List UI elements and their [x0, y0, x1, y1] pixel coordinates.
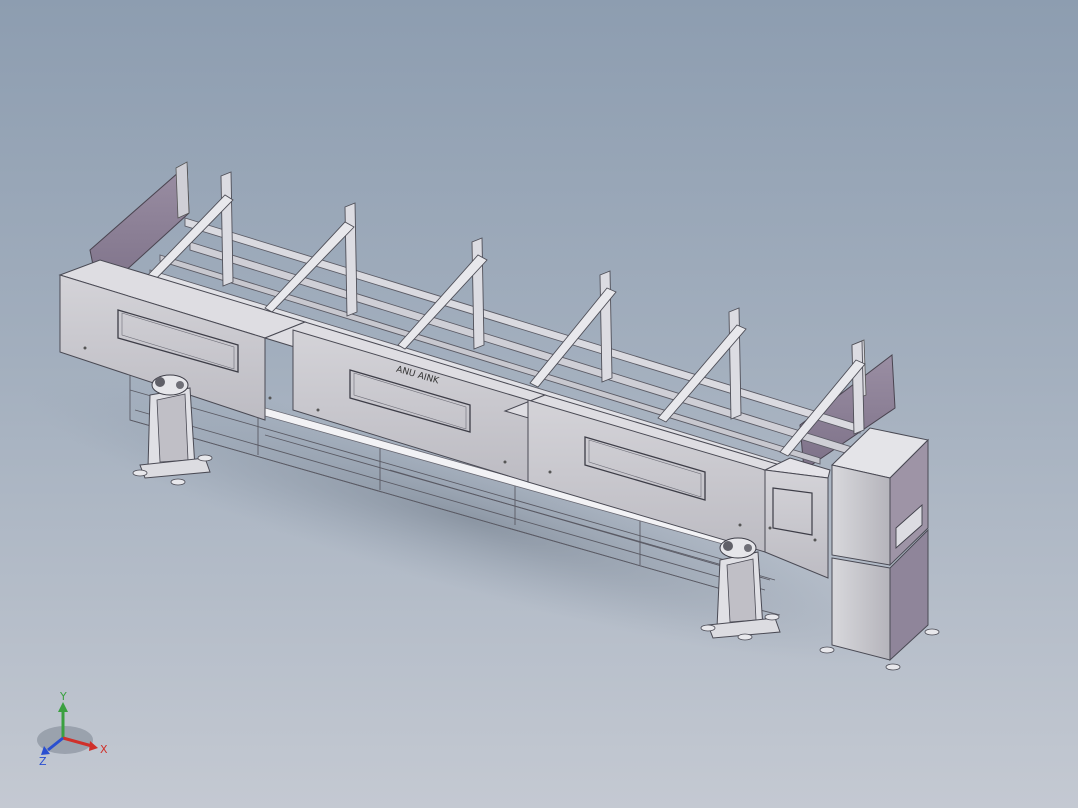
triad-x-label: X	[100, 743, 108, 756]
triad-x-arrow-icon	[89, 741, 98, 751]
electrical-cabinet	[830, 427, 930, 662]
view-orientation-triad: Y X Z	[37, 690, 108, 768]
triad-z-label: Z	[39, 755, 47, 768]
triad-y-label: Y	[59, 690, 67, 703]
graphics-viewport[interactable]: ANU AINK Y X Z	[0, 0, 1078, 808]
triad-y-arrow-icon	[58, 702, 68, 712]
cad-model[interactable]: ANU AINK	[0, 0, 1078, 808]
